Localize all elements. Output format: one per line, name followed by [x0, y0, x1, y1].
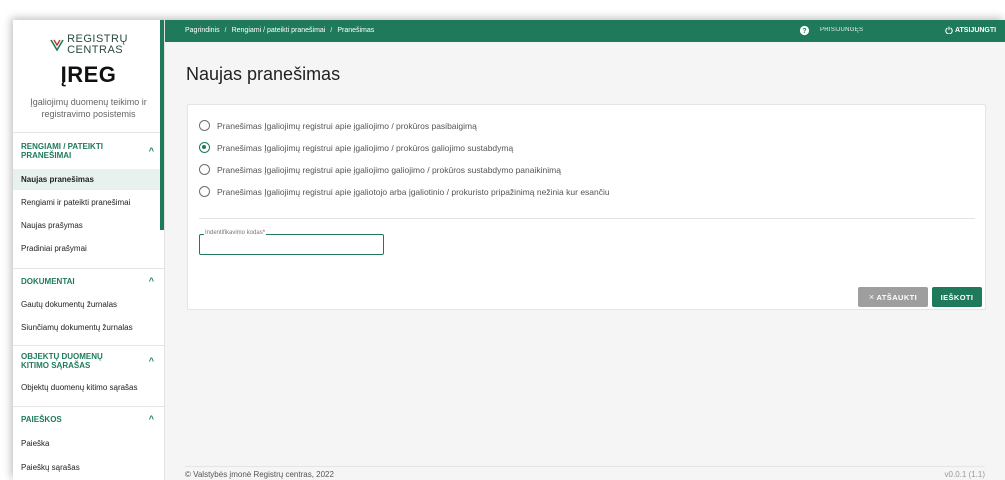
power-icon [945, 26, 953, 34]
logout-button[interactable]: ATSIJUNGTI [945, 26, 996, 34]
breadcrumb-separator: / [224, 27, 227, 34]
logo-block: REGISTRŲ CENTRAS ĮREG Įgaliojimų duomenų… [13, 20, 164, 120]
page-title: Naujas pranešimas [186, 64, 341, 84]
radio-option-panaikinimas[interactable]: Pranešimas Įgaliojimų registrui apie įga… [199, 164, 561, 175]
breadcrumb: Pagrindinis / Rengiami / pateikti praneš… [185, 27, 374, 34]
nav-section-label: DOKUMENTAI [21, 276, 75, 286]
sidebar-item-label: Paieška [21, 438, 50, 448]
sidebar-item-label: Gautų dokumentų žurnalas [21, 300, 118, 309]
nav-section-label: PAIEŠKOS [21, 414, 62, 424]
cancel-button[interactable]: × ATŠAUKTI [858, 287, 928, 307]
required-mark: * [262, 230, 266, 236]
cancel-label: ATŠAUKTI [876, 292, 918, 302]
sidebar-item-rengiami-pranesimai[interactable]: Rengiami ir pateikti pranešimai [13, 190, 164, 214]
sidebar-item-label: Paieškų sąrašas [21, 462, 80, 472]
sidebar-item-gautu-dokumentu[interactable]: Gautų dokumentų žurnalas [13, 293, 164, 316]
sidebar-item-paiesku-sarasas[interactable]: Paieškų sąrašas [13, 455, 164, 479]
nav-section-dokumentai[interactable]: DOKUMENTAI ^ [13, 269, 164, 293]
radio-button[interactable] [199, 186, 210, 197]
identification-code-field[interactable]: Indentifikavimo kodas* [199, 230, 384, 255]
radio-label: Pranešimas Įgaliojimų registrui apie įga… [217, 164, 561, 175]
app-window: REGISTRŲ CENTRAS ĮREG Įgaliojimų duomenų… [13, 20, 1005, 480]
sidebar-item-label: Rengiami ir pateikti pranešimai [21, 197, 131, 207]
footer: © Valstybės įmonė Registrų centras, 2022… [185, 466, 985, 480]
radio-label: Pranešimas Įgaliojimų registrui apie įga… [217, 120, 477, 131]
field-label: Indentifikavimo kodas* [204, 230, 267, 236]
version-label: v0.0.1 (1.1) [944, 470, 985, 479]
rc-logo-icon [50, 39, 64, 52]
sidebar-item-objektu-sarasas[interactable]: Objektų duomenų kitimo sąrašas [13, 376, 164, 398]
breadcrumb-current: Pranešimas [337, 27, 375, 34]
close-icon: × [868, 292, 875, 302]
svg-text:?: ? [802, 28, 806, 35]
breadcrumb-home[interactable]: Pagrindinis [185, 27, 220, 34]
sidebar-item-pradiniai-prasymai[interactable]: Pradiniai prašymai [13, 237, 164, 260]
logo-text: REGISTRŲ CENTRAS [67, 34, 128, 56]
radio-label: Pranešimas Įgaliojimų registrui apie įga… [217, 186, 610, 197]
sidebar-item-label: Objektų duomenų kitimo sąrašas [21, 382, 138, 392]
sidebar-item-label: Naujas prašymas [21, 221, 83, 230]
sidebar: REGISTRŲ CENTRAS ĮREG Įgaliojimų duomenų… [13, 20, 165, 480]
search-label: IEŠKOTI [940, 292, 974, 302]
chevron-up-icon: ^ [148, 414, 154, 424]
breadcrumb-separator: / [330, 27, 333, 34]
nav-section-paieskos[interactable]: PAIEŠKOS ^ [13, 407, 164, 431]
logout-label: ATSIJUNGTI [955, 26, 997, 34]
radio-option-pasibaigimas[interactable]: Pranešimas Įgaliojimų registrui apie įga… [199, 120, 477, 131]
breadcrumb-pranesimai[interactable]: Rengiami / pateikti pranešimai [232, 27, 326, 34]
sidebar-item-label: Pradiniai prašymai [21, 244, 87, 253]
chevron-up-icon: ^ [148, 356, 154, 366]
form-card: Pranešimas Įgaliojimų registrui apie įga… [187, 104, 986, 310]
form-divider [199, 218, 975, 219]
copyright: © Valstybės įmonė Registrų centras, 2022 [185, 470, 334, 479]
registru-centras-logo[interactable]: REGISTRŲ CENTRAS [13, 34, 164, 56]
nav-section-pranesimai[interactable]: RENGIAMI / PATEIKTI PRANEŠIMAI ^ [13, 133, 164, 169]
nav-section-objektu[interactable]: OBJEKTŲ DUOMENŲ KITIMO SĄRAŠAS ^ [13, 346, 164, 376]
field-label-text: Indentifikavimo kodas [205, 230, 263, 236]
radio-button-checked[interactable] [199, 142, 210, 153]
logo-line2: CENTRAS [67, 44, 124, 56]
top-bar: Pagrindinis / Rengiami / pateikti praneš… [165, 20, 1005, 42]
sidebar-item-paieska[interactable]: Paieška [13, 431, 164, 455]
sidebar-scrollbar[interactable] [160, 20, 164, 230]
radio-option-sustabdymas[interactable]: Pranešimas Įgaliojimų registrui apie įga… [199, 142, 513, 153]
sidebar-item-label: Siunčiamų dokumentų žurnalas [21, 323, 133, 332]
main-content: Naujas pranešimas Pranešimas Įgaliojimų … [165, 42, 1005, 480]
app-name: ĮREG [60, 62, 117, 87]
app-description: Įgaliojimų duomenų teikimo ir registravi… [30, 97, 147, 119]
help-icon[interactable]: ? [799, 25, 810, 36]
logged-in-user[interactable]: PRISIJUNGĘS [820, 27, 863, 33]
nav-section-label: OBJEKTŲ DUOMENŲ KITIMO SĄRAŠAS [21, 352, 103, 370]
radio-label: Pranešimas Įgaliojimų registrui apie įga… [217, 142, 514, 153]
nav-section-label: RENGIAMI / PATEIKTI PRANEŠIMAI [21, 142, 103, 160]
sidebar-item-label: Naujas pranešimas [21, 175, 94, 184]
sidebar-item-naujas-pranesimas[interactable]: Naujas pranešimas [13, 169, 164, 190]
sidebar-item-siunciamu-dokumentu[interactable]: Siunčiamų dokumentų žurnalas [13, 316, 164, 339]
chevron-up-icon: ^ [148, 276, 154, 286]
radio-button[interactable] [199, 120, 210, 131]
radio-option-nezinia-kur[interactable]: Pranešimas Įgaliojimų registrui apie įga… [199, 186, 610, 197]
radio-button[interactable] [199, 164, 210, 175]
search-button[interactable]: IEŠKOTI [932, 287, 982, 307]
chevron-up-icon: ^ [148, 146, 154, 156]
sidebar-item-naujas-prasymas[interactable]: Naujas prašymas [13, 214, 164, 237]
